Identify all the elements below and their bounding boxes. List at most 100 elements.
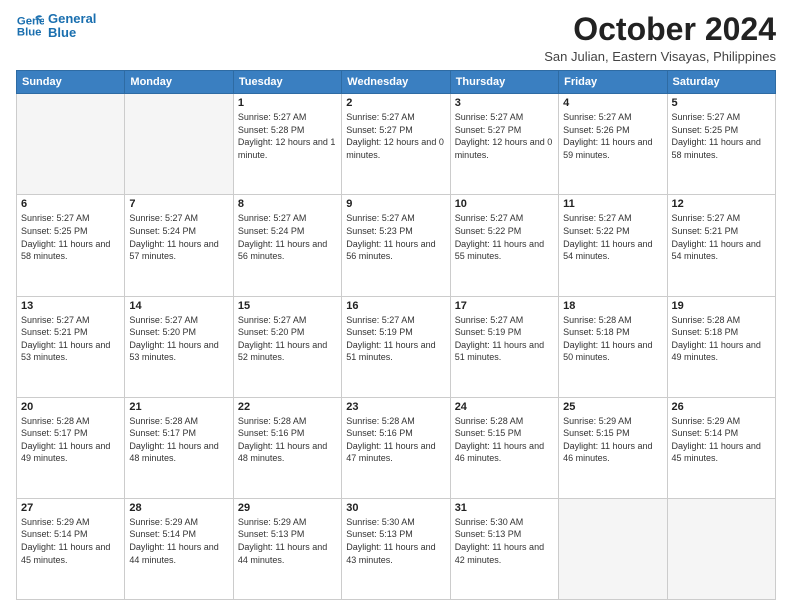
logo-blue: Blue: [48, 26, 96, 40]
weekday-monday: Monday: [125, 71, 233, 94]
day-info: Sunrise: 5:27 AM Sunset: 5:27 PM Dayligh…: [346, 111, 445, 161]
calendar-cell: 10 Sunrise: 5:27 AM Sunset: 5:22 PM Dayli…: [450, 195, 558, 296]
calendar-cell: 23 Sunrise: 5:28 AM Sunset: 5:16 PM Dayli…: [342, 397, 450, 498]
day-number: 16: [346, 300, 445, 312]
calendar-cell: 24 Sunrise: 5:28 AM Sunset: 5:15 PM Dayli…: [450, 397, 558, 498]
day-info: Sunrise: 5:27 AM Sunset: 5:22 PM Dayligh…: [563, 212, 662, 262]
day-info: Sunrise: 5:30 AM Sunset: 5:13 PM Dayligh…: [455, 516, 554, 566]
day-number: 12: [672, 198, 771, 210]
day-info: Sunrise: 5:28 AM Sunset: 5:16 PM Dayligh…: [238, 415, 337, 465]
day-number: 8: [238, 198, 337, 210]
calendar-cell: 8Sunrise: 5:27 AM Sunset: 5:24 PM Daylig…: [233, 195, 341, 296]
day-number: 21: [129, 401, 228, 413]
calendar-cell: 1 Sunrise: 5:27 AM Sunset: 5:28 PM Daylig…: [233, 94, 341, 195]
day-info: Sunrise: 5:27 AM Sunset: 5:25 PM Dayligh…: [672, 111, 771, 161]
day-info: Sunrise: 5:27 AM Sunset: 5:28 PM Dayligh…: [238, 111, 337, 161]
week-row-3: 13 Sunrise: 5:27 AM Sunset: 5:21 PM Dayli…: [17, 296, 776, 397]
location-subtitle: San Julian, Eastern Visayas, Philippines: [544, 49, 776, 64]
day-info: Sunrise: 5:30 AM Sunset: 5:13 PM Dayligh…: [346, 516, 445, 566]
day-number: 9: [346, 198, 445, 210]
day-info: Sunrise: 5:28 AM Sunset: 5:17 PM Dayligh…: [21, 415, 120, 465]
day-number: 1: [238, 97, 337, 109]
calendar-cell: 17 Sunrise: 5:27 AM Sunset: 5:19 PM Dayli…: [450, 296, 558, 397]
day-number: 31: [455, 502, 554, 514]
day-number: 28: [129, 502, 228, 514]
day-number: 3: [455, 97, 554, 109]
weekday-saturday: Saturday: [667, 71, 775, 94]
day-info: Sunrise: 5:28 AM Sunset: 5:16 PM Dayligh…: [346, 415, 445, 465]
logo-icon: General Blue: [16, 12, 44, 40]
day-info: Sunrise: 5:27 AM Sunset: 5:27 PM Dayligh…: [455, 111, 554, 161]
day-number: 30: [346, 502, 445, 514]
week-row-1: 1 Sunrise: 5:27 AM Sunset: 5:28 PM Daylig…: [17, 94, 776, 195]
day-info: Sunrise: 5:29 AM Sunset: 5:14 PM Dayligh…: [672, 415, 771, 465]
calendar-cell: 12 Sunrise: 5:27 AM Sunset: 5:21 PM Dayli…: [667, 195, 775, 296]
day-number: 29: [238, 502, 337, 514]
day-info: Sunrise: 5:27 AM Sunset: 5:23 PM Dayligh…: [346, 212, 445, 262]
calendar-cell: 3 Sunrise: 5:27 AM Sunset: 5:27 PM Daylig…: [450, 94, 558, 195]
calendar-cell: 18 Sunrise: 5:28 AM Sunset: 5:18 PM Dayli…: [559, 296, 667, 397]
day-number: 11: [563, 198, 662, 210]
day-info: Sunrise: 5:28 AM Sunset: 5:18 PM Dayligh…: [563, 314, 662, 364]
day-info: Sunrise: 5:27 AM Sunset: 5:21 PM Dayligh…: [672, 212, 771, 262]
day-number: 17: [455, 300, 554, 312]
calendar-cell: 4Sunrise: 5:27 AM Sunset: 5:26 PM Daylig…: [559, 94, 667, 195]
day-number: 20: [21, 401, 120, 413]
day-number: 18: [563, 300, 662, 312]
week-row-4: 20 Sunrise: 5:28 AM Sunset: 5:17 PM Dayli…: [17, 397, 776, 498]
day-info: Sunrise: 5:29 AM Sunset: 5:15 PM Dayligh…: [563, 415, 662, 465]
title-block: October 2024 San Julian, Eastern Visayas…: [544, 12, 776, 64]
calendar-table: SundayMondayTuesdayWednesdayThursdayFrid…: [16, 70, 776, 600]
calendar-cell: [125, 94, 233, 195]
calendar-cell: 5 Sunrise: 5:27 AM Sunset: 5:25 PM Daylig…: [667, 94, 775, 195]
weekday-sunday: Sunday: [17, 71, 125, 94]
month-title: October 2024: [544, 12, 776, 47]
day-number: 6: [21, 198, 120, 210]
day-info: Sunrise: 5:29 AM Sunset: 5:14 PM Dayligh…: [129, 516, 228, 566]
day-info: Sunrise: 5:27 AM Sunset: 5:20 PM Dayligh…: [129, 314, 228, 364]
week-row-2: 6 Sunrise: 5:27 AM Sunset: 5:25 PM Daylig…: [17, 195, 776, 296]
calendar-cell: 28 Sunrise: 5:29 AM Sunset: 5:14 PM Dayli…: [125, 498, 233, 599]
calendar-cell: [559, 498, 667, 599]
calendar-cell: 31 Sunrise: 5:30 AM Sunset: 5:13 PM Dayli…: [450, 498, 558, 599]
calendar-cell: 13 Sunrise: 5:27 AM Sunset: 5:21 PM Dayli…: [17, 296, 125, 397]
calendar-cell: 26 Sunrise: 5:29 AM Sunset: 5:14 PM Dayli…: [667, 397, 775, 498]
day-number: 13: [21, 300, 120, 312]
week-row-5: 27Sunrise: 5:29 AM Sunset: 5:14 PM Dayli…: [17, 498, 776, 599]
calendar-cell: 16 Sunrise: 5:27 AM Sunset: 5:19 PM Dayli…: [342, 296, 450, 397]
day-info: Sunrise: 5:27 AM Sunset: 5:19 PM Dayligh…: [455, 314, 554, 364]
calendar-cell: 15 Sunrise: 5:27 AM Sunset: 5:20 PM Dayli…: [233, 296, 341, 397]
logo-general: General: [48, 12, 96, 26]
day-info: Sunrise: 5:28 AM Sunset: 5:15 PM Dayligh…: [455, 415, 554, 465]
calendar-cell: 2 Sunrise: 5:27 AM Sunset: 5:27 PM Daylig…: [342, 94, 450, 195]
calendar-cell: [17, 94, 125, 195]
calendar-cell: 19Sunrise: 5:28 AM Sunset: 5:18 PM Dayli…: [667, 296, 775, 397]
day-number: 15: [238, 300, 337, 312]
day-info: Sunrise: 5:27 AM Sunset: 5:22 PM Dayligh…: [455, 212, 554, 262]
calendar-cell: [667, 498, 775, 599]
day-number: 5: [672, 97, 771, 109]
calendar-cell: 6 Sunrise: 5:27 AM Sunset: 5:25 PM Daylig…: [17, 195, 125, 296]
day-info: Sunrise: 5:27 AM Sunset: 5:20 PM Dayligh…: [238, 314, 337, 364]
page: General Blue General Blue October 2024 S…: [0, 0, 792, 612]
weekday-header-row: SundayMondayTuesdayWednesdayThursdayFrid…: [17, 71, 776, 94]
day-number: 2: [346, 97, 445, 109]
calendar-cell: 14Sunrise: 5:27 AM Sunset: 5:20 PM Dayli…: [125, 296, 233, 397]
day-info: Sunrise: 5:28 AM Sunset: 5:17 PM Dayligh…: [129, 415, 228, 465]
day-info: Sunrise: 5:27 AM Sunset: 5:25 PM Dayligh…: [21, 212, 120, 262]
day-info: Sunrise: 5:27 AM Sunset: 5:21 PM Dayligh…: [21, 314, 120, 364]
calendar-cell: 9 Sunrise: 5:27 AM Sunset: 5:23 PM Daylig…: [342, 195, 450, 296]
calendar-cell: 21 Sunrise: 5:28 AM Sunset: 5:17 PM Dayli…: [125, 397, 233, 498]
day-info: Sunrise: 5:27 AM Sunset: 5:19 PM Dayligh…: [346, 314, 445, 364]
day-number: 26: [672, 401, 771, 413]
day-number: 23: [346, 401, 445, 413]
calendar-cell: 25Sunrise: 5:29 AM Sunset: 5:15 PM Dayli…: [559, 397, 667, 498]
calendar-cell: 22 Sunrise: 5:28 AM Sunset: 5:16 PM Dayli…: [233, 397, 341, 498]
weekday-thursday: Thursday: [450, 71, 558, 94]
day-number: 10: [455, 198, 554, 210]
day-number: 22: [238, 401, 337, 413]
day-info: Sunrise: 5:29 AM Sunset: 5:13 PM Dayligh…: [238, 516, 337, 566]
calendar-cell: 29 Sunrise: 5:29 AM Sunset: 5:13 PM Dayli…: [233, 498, 341, 599]
calendar-cell: 30 Sunrise: 5:30 AM Sunset: 5:13 PM Dayli…: [342, 498, 450, 599]
day-number: 24: [455, 401, 554, 413]
